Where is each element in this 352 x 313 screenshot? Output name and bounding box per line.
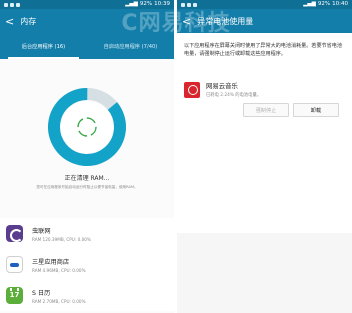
battery-usage: 已耗电 2.24% 的电池电量。 — [206, 93, 262, 98]
warning-message: 以下应用程序在屏幕关闭时使用了异常大的电池消耗量。若要节省电池电量，请强制停止运… — [184, 43, 342, 58]
app-usage: RAM 4.96MB, CPU: 0.00% — [32, 267, 86, 273]
notification-icon — [193, 2, 197, 7]
notification-icons — [181, 2, 197, 7]
netease-music-icon — [184, 81, 200, 98]
list-item[interactable]: 三星应用商店 RAM 4.96MB, CPU: 0.00% — [0, 249, 174, 280]
app-name: 三星应用商店 — [32, 258, 70, 266]
app-usage: RAM 120.39MB, CPU: 0.00% — [32, 236, 91, 242]
tab-autostart-apps[interactable]: 自启动应用程序 (7/40) — [87, 33, 174, 59]
clock: 10:39 — [154, 1, 170, 7]
ring-inner — [61, 101, 113, 153]
back-arrow-icon[interactable]: < — [5, 16, 14, 27]
ram-usage-ring — [46, 86, 128, 168]
app-bar: < 内存 — [0, 9, 174, 33]
back-arrow-icon[interactable]: < — [182, 16, 191, 27]
notification-icons — [4, 2, 20, 7]
uninstall-button[interactable]: 卸载 — [293, 103, 339, 117]
force-stop-button[interactable]: 强制停止 — [243, 103, 289, 117]
app-bar: < 异常电池使用量 — [177, 9, 352, 33]
warning-card: 以下应用程序在屏幕关闭时使用了异常大的电池消耗量。若要节省电池电量，请强制停止运… — [177, 33, 352, 233]
battery-level: 92% — [139, 1, 153, 7]
status-bar: ▂▄▆ 92% 10:40 — [177, 0, 352, 9]
signal-icon: ▂▄▆ — [125, 1, 138, 7]
insect-network-icon — [6, 225, 23, 242]
app-entry[interactable]: 网易云音乐 已耗电 2.24% 的电池电量。 — [184, 81, 261, 98]
calendar-day: 17 — [9, 291, 20, 299]
signal-icon: ▂▄▆ — [303, 1, 316, 7]
page-title: 内存 — [20, 16, 37, 26]
list-item[interactable]: 17 S 日历 RAM 2.70MB, CPU: 0.00% — [0, 280, 174, 311]
galaxy-store-icon — [6, 256, 23, 273]
clock: 10:40 — [332, 1, 348, 7]
notification-icon — [187, 2, 191, 7]
cleaning-description: 您可在应用程序开始自动运行时阻止以便节省电量，使用RAM。 — [36, 185, 138, 189]
status-bar: ▂▄▆ 92% 10:39 — [0, 0, 174, 9]
app-name: 虫联网 — [32, 227, 51, 235]
notification-icon — [4, 2, 8, 7]
page-title: 异常电池使用量 — [197, 16, 254, 26]
tab-background-apps[interactable]: 后台应用程序 (16) — [0, 33, 87, 59]
tab-bar: 后台应用程序 (16) 自启动应用程序 (7/40) — [0, 33, 174, 59]
battery-abnormal-screen: ▂▄▆ 92% 10:40 < 异常电池使用量 以下应用程序在屏幕关闭时使用了异… — [177, 0, 352, 313]
calendar-17-icon: 17 — [6, 287, 23, 304]
memory-screen: ▂▄▆ 92% 10:39 < 内存 后台应用程序 (16) 自启动应用程序 (… — [0, 0, 174, 313]
notification-icon — [10, 2, 14, 7]
list-item[interactable]: 虫联网 RAM 120.39MB, CPU: 0.00% — [0, 218, 174, 249]
app-name: 网易云音乐 — [206, 82, 238, 90]
app-name: S 日历 — [32, 289, 51, 297]
app-list: 虫联网 RAM 120.39MB, CPU: 0.00% 三星应用商店 RAM … — [0, 218, 174, 311]
notification-icon — [181, 2, 185, 7]
app-usage: RAM 2.70MB, CPU: 0.00% — [32, 298, 86, 304]
battery-level: 92% — [317, 1, 331, 7]
notification-icon — [16, 2, 20, 7]
ram-ring-graphic — [47, 88, 126, 166]
empty-area — [177, 233, 352, 313]
cleaning-status: 正在清理 RAM... — [64, 175, 110, 182]
